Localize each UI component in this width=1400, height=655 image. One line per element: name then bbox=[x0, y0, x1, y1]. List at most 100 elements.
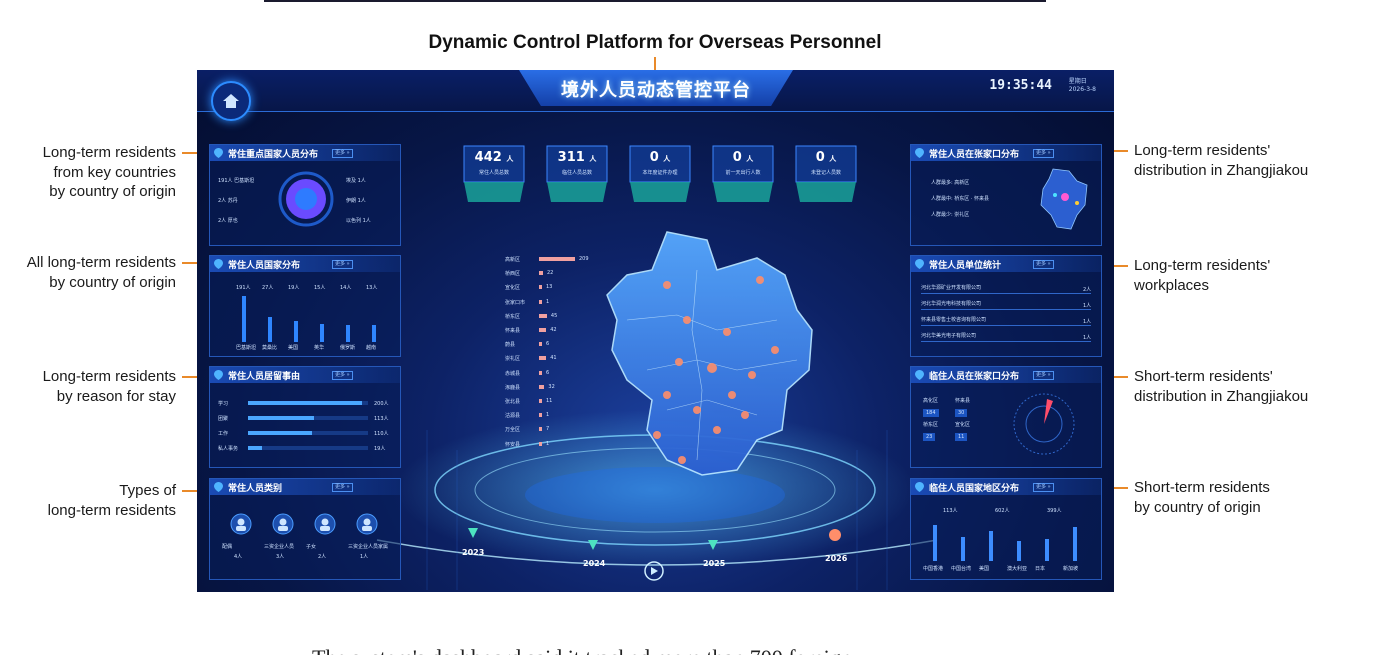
key-country-label: 埃及 1人 bbox=[346, 178, 366, 184]
date-text: 2026-3-8 bbox=[1068, 86, 1096, 93]
district-value: 45 bbox=[550, 312, 558, 319]
short-dist-cell: 11 bbox=[955, 433, 968, 441]
key-country-label: 伊朗 1人 bbox=[346, 198, 366, 204]
home-button[interactable] bbox=[211, 81, 251, 121]
dashboard-panel: 常住重点国家人员分布 更多 » 191人 巴基斯坦 2人 苏丹 2人 厚也 埃及 1人 伊朗… bbox=[209, 144, 401, 246]
panel-title: 常住人员在张家口分布 bbox=[929, 150, 1020, 160]
annotation-right: Short-term residents' distribution in Zh… bbox=[1134, 368, 1309, 405]
stat-value: 442 人 bbox=[462, 150, 526, 165]
mini-map bbox=[1040, 168, 1088, 230]
stat-card: 442 人常住人员总数 bbox=[462, 144, 526, 206]
more-button[interactable]: 更多 » bbox=[1033, 260, 1054, 269]
country-value-label: 191人 bbox=[236, 285, 251, 291]
stat-value: 0 人 bbox=[794, 150, 858, 165]
dashboard-clock: 19:35:44 bbox=[989, 78, 1052, 93]
district-bar bbox=[539, 285, 542, 290]
article-text: The system's dashboard said it tracked m… bbox=[312, 645, 852, 655]
home-icon bbox=[223, 94, 239, 108]
stat-unit: 人 bbox=[589, 155, 597, 163]
key-country-donut bbox=[278, 171, 334, 227]
country-name-label: 美国 bbox=[288, 345, 299, 351]
district-bar bbox=[539, 257, 575, 261]
country-name-label: 英华 bbox=[314, 345, 325, 351]
category-value: 1人 bbox=[360, 554, 369, 560]
more-button[interactable]: 更多 » bbox=[332, 149, 353, 158]
location-pin-icon bbox=[214, 482, 223, 492]
short-country-name: 澳大利亚 bbox=[1007, 566, 1028, 572]
key-country-label: 2人 苏丹 bbox=[218, 198, 238, 204]
workplace-divider bbox=[921, 293, 1091, 294]
panel-title: 常住重点国家人员分布 bbox=[228, 150, 319, 160]
workplace-value: 1人 bbox=[1083, 335, 1092, 341]
short-dist-cell: 怀来县 bbox=[955, 398, 971, 404]
stat-number: 442 bbox=[474, 150, 507, 165]
short-dist-cell: 高化区 bbox=[923, 398, 939, 404]
reason-value: 19人 bbox=[374, 446, 386, 452]
more-button[interactable]: 更多 » bbox=[332, 483, 353, 492]
district-name: 赤城县 bbox=[505, 370, 521, 377]
dashboard-panel: 临住人员国家地区分布 更多 » 113人 602人 399人 中国香港 中国台湾 美国 澳大利亚… bbox=[910, 478, 1102, 580]
short-dist-cell: 30 bbox=[955, 409, 968, 417]
dashboard-panel: 常住人员在张家口分布 更多 » 人群最多: 高新区 人群最中: 桥东区 · 怀来县 人群… bbox=[910, 144, 1102, 246]
panel-header: 常住重点国家人员分布 更多 » bbox=[210, 145, 400, 161]
short-country-value: 399人 bbox=[1047, 508, 1062, 514]
stat-value: 0 人 bbox=[711, 150, 775, 165]
district-name: 张家口市 bbox=[505, 299, 526, 306]
category-name: 三资企业人员家属 bbox=[348, 544, 389, 550]
country-bar bbox=[372, 325, 376, 342]
weekday-text: 星期日 bbox=[1068, 78, 1087, 85]
location-pin-icon bbox=[915, 370, 924, 380]
short-country-value: 602人 bbox=[995, 508, 1010, 514]
dashboard-panel: 常住人员居留事由 更多 » 学习 200人 团聚 113人 工作 110人 私人事务 19人 bbox=[209, 366, 401, 468]
dashboard-panel: 常住人员类别 更多 » 配偶 4人 三资企业人员 3人 子女 2人 三资企业人员家属 1人 bbox=[209, 478, 401, 580]
panel-title: 常住人员国家分布 bbox=[228, 261, 301, 271]
district-name: 怀安县 bbox=[505, 441, 521, 448]
more-button[interactable]: 更多 » bbox=[332, 260, 353, 269]
short-country-bar bbox=[933, 525, 937, 561]
district-name: 张北县 bbox=[505, 399, 521, 405]
short-country-name: 日本 bbox=[1035, 566, 1046, 572]
more-button[interactable]: 更多 » bbox=[332, 371, 353, 380]
district-name: 高新区 bbox=[505, 257, 521, 263]
timeline-year[interactable]: 2024 bbox=[583, 559, 605, 568]
reason-label: 私人事务 bbox=[218, 446, 239, 452]
location-pin-icon bbox=[214, 259, 223, 269]
dashboard-panel: 常住人员单位统计 更多 » 河北华源矿业开发有限公司 2人 河北华润光电科技有限公司 1人… bbox=[910, 255, 1102, 357]
workplace-value: 1人 bbox=[1083, 303, 1092, 309]
panel-header: 常住人员单位统计 更多 » bbox=[911, 256, 1101, 272]
timeline-year[interactable]: 2023 bbox=[462, 548, 484, 557]
district-value: 13 bbox=[546, 284, 553, 291]
more-button[interactable]: 更多 » bbox=[1033, 371, 1054, 380]
panel-header: 常住人员居留事由 更多 » bbox=[210, 367, 400, 383]
district-bar bbox=[539, 271, 543, 276]
workplace-divider bbox=[921, 309, 1091, 310]
panel-title: 临住人员在张家口分布 bbox=[929, 372, 1020, 382]
panel-header: 临住人员国家地区分布 更多 » bbox=[911, 479, 1101, 495]
top-rule bbox=[264, 0, 1046, 2]
dashboard-panel: 临住人员在张家口分布 更多 » 高化区 怀来县 184 30 桥东区 宣化区 23 11 bbox=[910, 366, 1102, 468]
workplace-value: 2人 bbox=[1083, 287, 1092, 293]
reason-label: 团聚 bbox=[218, 416, 229, 422]
timeline-year[interactable]: 2026 bbox=[825, 554, 847, 563]
stat-card: 0 人未登记人员数 bbox=[794, 144, 858, 206]
country-bar bbox=[346, 324, 350, 342]
workplace-name: 河北华源矿业开发有限公司 bbox=[921, 285, 982, 291]
stat-label: 未登记人员数 bbox=[810, 170, 841, 176]
stat-unit: 人 bbox=[663, 155, 671, 163]
reason-label: 工作 bbox=[218, 431, 229, 437]
short-country-bar bbox=[989, 531, 993, 561]
annotation-left: Long-term residents from key countries b… bbox=[42, 144, 176, 200]
district-bar bbox=[539, 313, 547, 318]
more-button[interactable]: 更多 » bbox=[1033, 149, 1054, 158]
district-bar bbox=[539, 413, 542, 418]
person-category-icon bbox=[230, 513, 252, 535]
distribution-label: 人群最中: 桥东区 · 怀来县 bbox=[931, 196, 990, 202]
dashboard-date: 星期日 2026-3-8 bbox=[1069, 78, 1096, 94]
timeline-year[interactable]: 2025 bbox=[703, 559, 725, 568]
district-name: 崇礼区 bbox=[505, 356, 521, 363]
country-name-label: 俄罗斯 bbox=[340, 345, 356, 351]
stat-number: 0 bbox=[732, 150, 747, 165]
reason-bar-fill bbox=[248, 401, 362, 405]
annotation-left: Types of long-term residents bbox=[47, 482, 176, 519]
more-button[interactable]: 更多 » bbox=[1033, 483, 1054, 492]
